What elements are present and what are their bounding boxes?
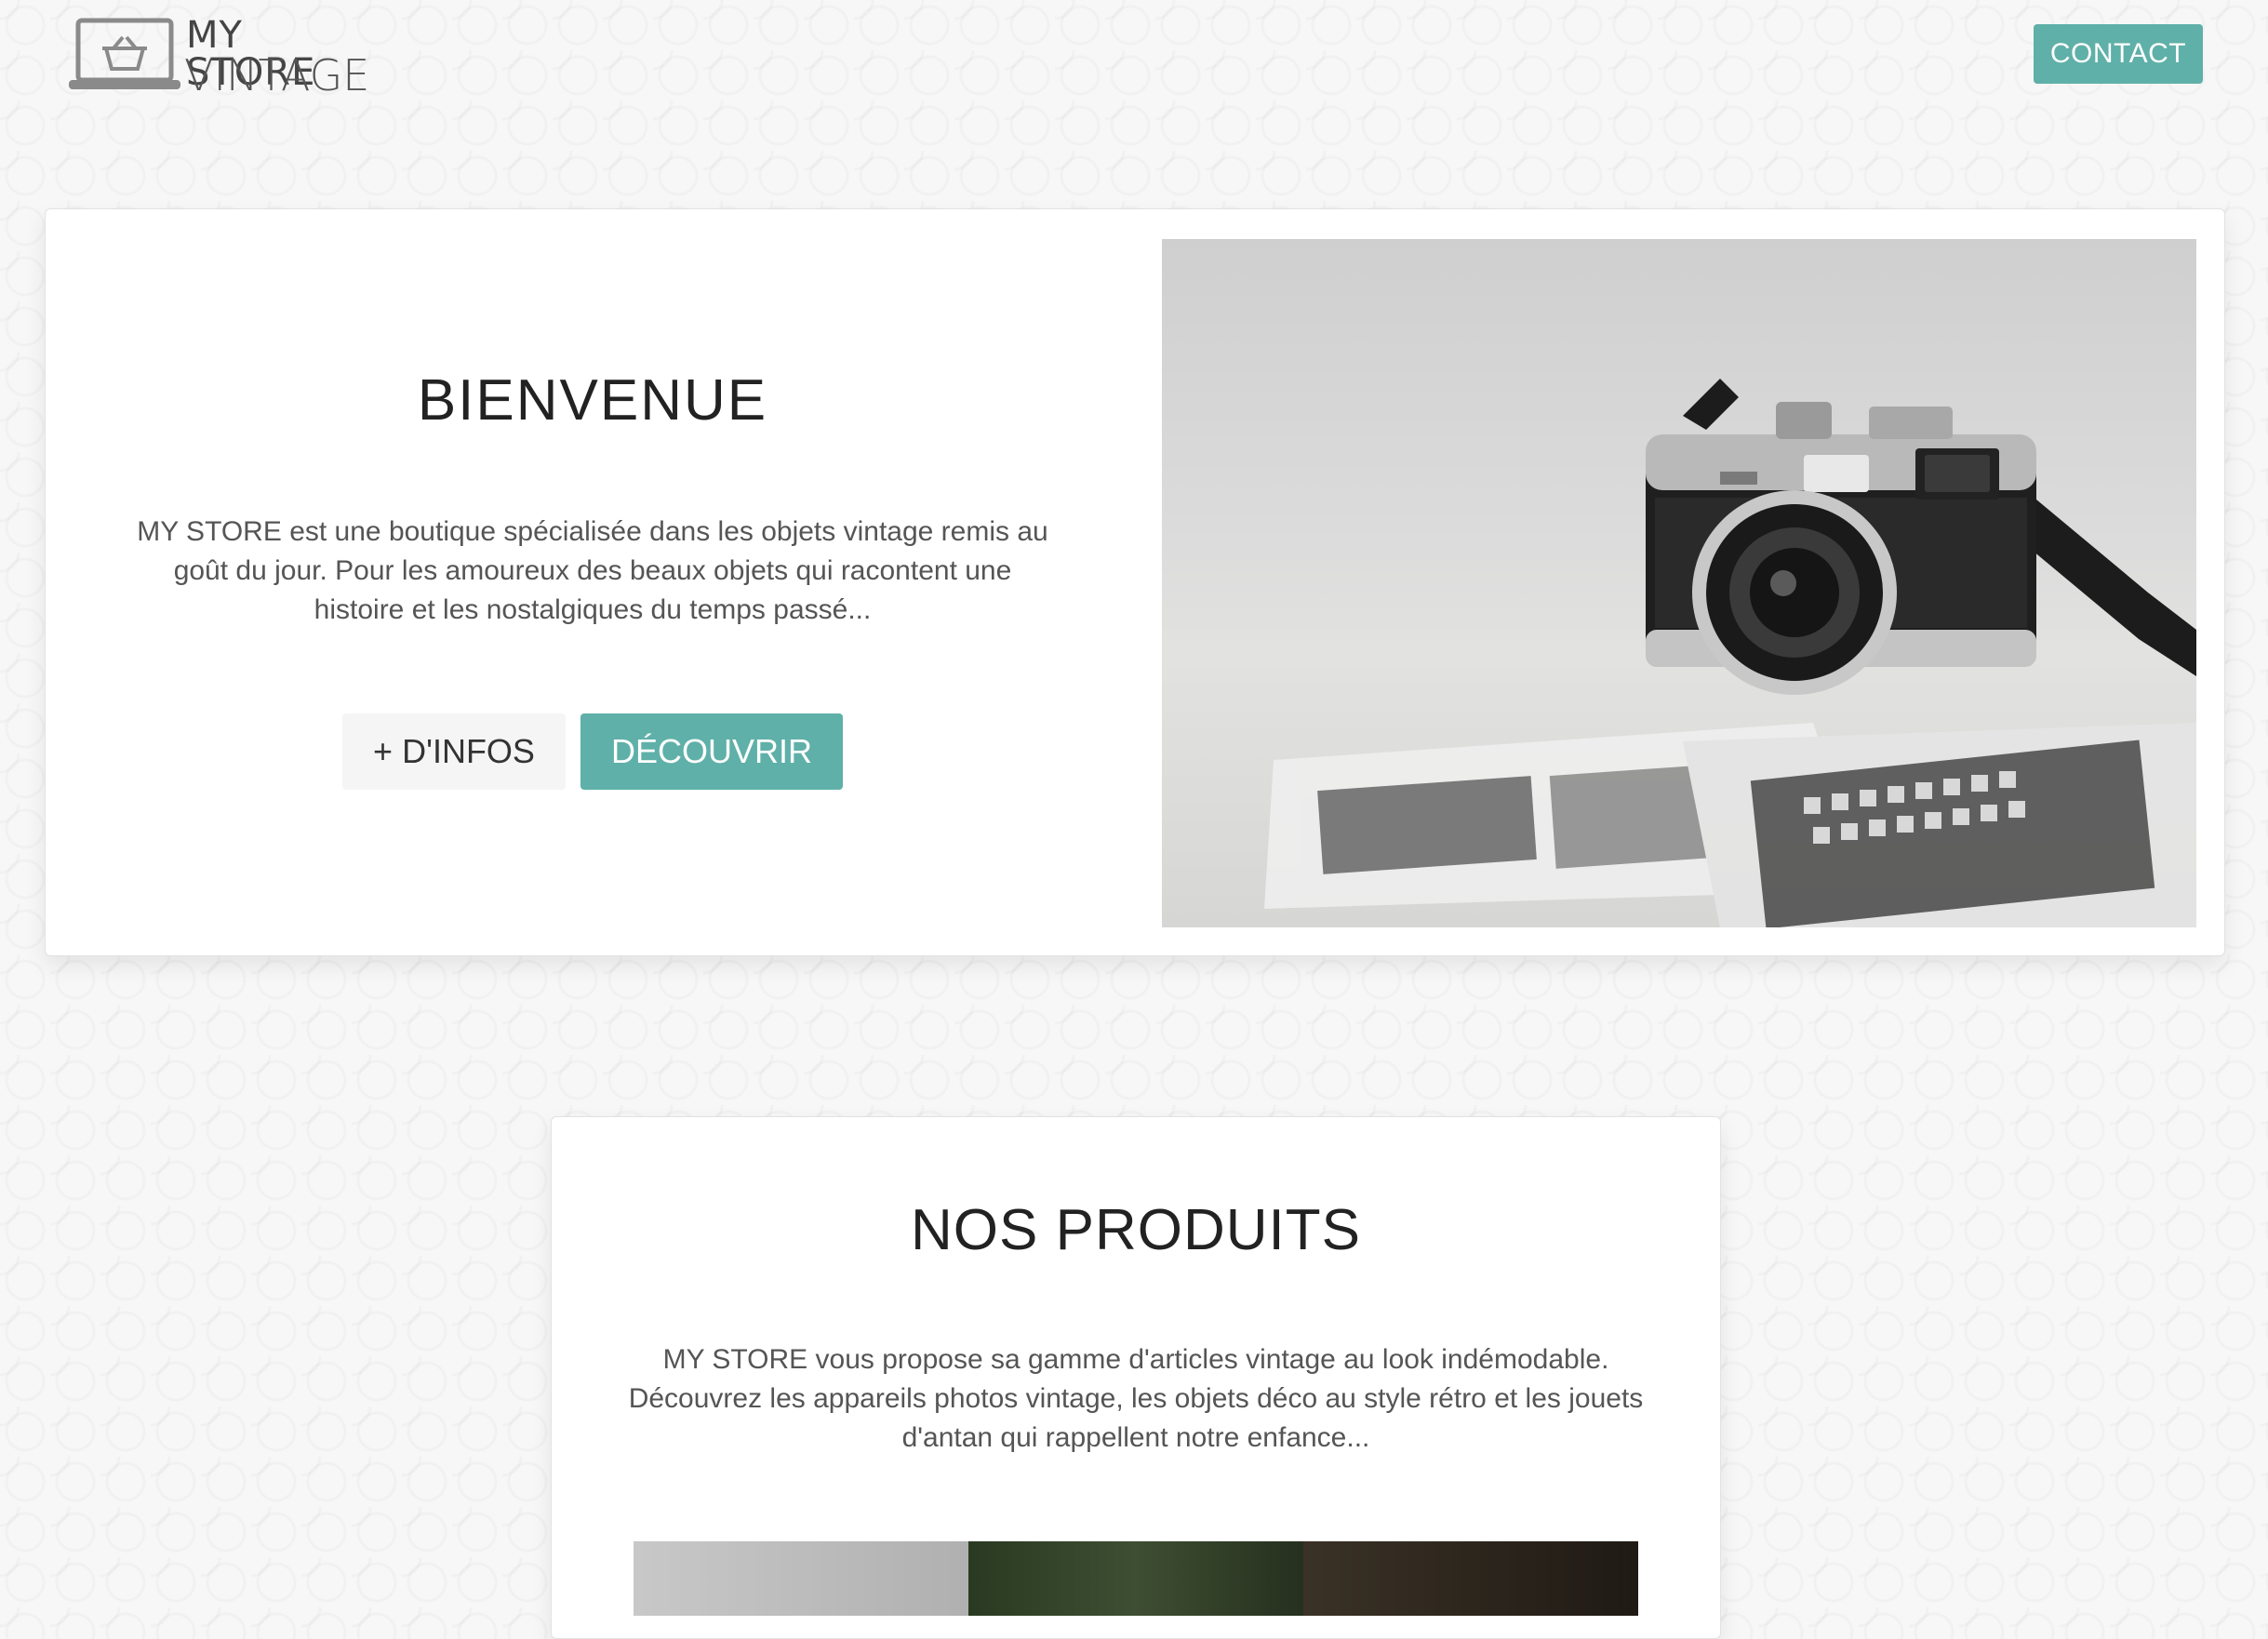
more-info-button[interactable]: + D'INFOS — [342, 713, 566, 790]
products-card: NOS PRODUITS MY STORE vous propose sa ga… — [551, 1116, 1721, 1639]
product-image-toys[interactable] — [1303, 1541, 1638, 1616]
product-image-decor[interactable] — [968, 1541, 1303, 1616]
vintage-camera-image — [1162, 239, 2196, 927]
welcome-text-panel: BIENVENUE MY STORE est une boutique spéc… — [46, 209, 1140, 955]
contact-button[interactable]: CONTACT — [2034, 24, 2203, 84]
products-description: MY STORE vous propose sa gamme d'article… — [628, 1344, 1644, 1453]
site-header: MY STORE VINTAGE CONTACT — [0, 0, 2268, 112]
discover-button[interactable]: DÉCOUVRIR — [580, 713, 843, 790]
welcome-card: BIENVENUE MY STORE est une boutique spéc… — [45, 208, 2225, 956]
camera-photo-illustration — [1264, 379, 2196, 927]
welcome-description: MY STORE est une boutique spécialisée da… — [137, 516, 1048, 625]
products-title: NOS PRODUITS — [911, 1198, 1361, 1262]
logo-text-secondary: VINTAGE — [184, 50, 370, 100]
welcome-actions: + D'INFOS DÉCOUVRIR — [46, 713, 1140, 790]
product-images-row — [634, 1541, 1638, 1616]
laptop-basket-icon — [69, 18, 180, 89]
product-image-camera[interactable] — [634, 1541, 968, 1616]
welcome-title: BIENVENUE — [417, 368, 768, 433]
store-logo[interactable]: MY STORE VINTAGE — [69, 17, 369, 97]
